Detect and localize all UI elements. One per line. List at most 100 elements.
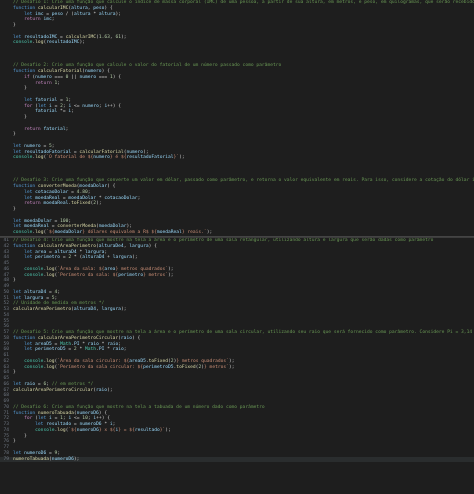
code-token: function [13,5,38,11]
code-token: let [24,97,36,103]
code-token: log [46,364,55,370]
code-token: let [13,34,25,40]
code-token: converterMoeda [57,224,97,230]
code-token: return [24,201,44,207]
code-token: `O fatorial de ${ [46,155,94,161]
code-token: let [24,189,36,195]
code-token: return [24,17,44,23]
code-token: ; [68,218,72,224]
code-token: peso [93,5,105,11]
code-token: ) { [131,335,141,341]
code-token: let [13,289,25,295]
code-token: = [51,416,61,422]
code-token: // Unidade de medida em metros */ [13,301,105,307]
code-token: calcularFatorial [37,69,83,74]
code-token: } metros quadrados` [115,266,168,272]
code-token: ; [51,17,55,23]
code-token: ; [71,109,74,115]
code-token: moedaDolar [54,230,83,235]
code-token: log [57,427,66,433]
code-token: * [79,341,88,347]
code-token: ); [73,456,80,462]
code-token: raio [112,347,124,353]
code-token: ); [179,155,185,161]
code-token: console [24,272,44,278]
code-text[interactable]: console.log(`${moedaDolar} dólares equiv… [13,230,212,236]
code-token: ; [112,422,116,427]
code-token: let [24,195,36,201]
code-token: = [57,97,66,103]
code-token: area [104,266,116,272]
code-token: alturaD4 [54,249,77,255]
code-token: areaD5 [35,341,52,347]
code-token: `${ [68,427,77,433]
code-token: } dólares equivalem a R$ ${ [82,230,157,235]
code-token: ); [228,358,235,364]
code-token: resultadoIMC [24,34,58,40]
code-token: ; [65,126,69,132]
code-token: moedaReal [35,195,61,201]
code-text[interactable]: numeroTabuada(numeroD6); [13,457,79,463]
code-token: || [68,74,80,80]
code-token: <= [71,416,83,422]
code-token: let [37,103,50,109]
code-token: let [24,249,36,255]
code-token: = [46,450,55,456]
editor-pane-bottom[interactable]: 41// Desafio 4: Crie uma função que most… [0,237,474,494]
code-token: } x ${ [98,427,116,433]
code-token: `Perímetro da sala: ${ [57,272,119,278]
code-line[interactable]: 79 numeroTabuada(numeroD6); [0,456,474,463]
code-token: numero [79,74,97,80]
code-token: toFixed [176,364,196,370]
code-token: largura [112,255,133,261]
code-token: ); [168,266,174,272]
code-token: } [13,278,16,284]
code-token: ) { [107,184,116,189]
line-number: 79 [3,456,9,462]
code-token: let [37,416,50,422]
code-token: `${ [46,230,55,235]
code-token: log [46,358,55,364]
code-token: return [35,80,55,86]
code-token: * [98,341,108,347]
code-token: cotacaoDolar [104,195,138,201]
code-token: numero [24,143,41,149]
code-token: raio [96,387,108,393]
code-token: Math [60,341,72,347]
code-token: numeroTabuada [37,410,74,416]
code-token: perimetroD5 [143,364,174,370]
code-token: alturaD4 [73,307,97,312]
code-token: ); [96,201,102,207]
code-token: let [13,450,25,456]
code-token: ) { [98,410,108,416]
code-token: numero [93,155,110,161]
code-token: let [13,143,25,149]
code-token: let [24,255,36,261]
code-line[interactable]: console.log(`${moedaDolar} dólares equiv… [0,230,474,236]
code-token: ; [137,195,141,201]
code-token: `Área da sala circular: ${ [57,358,130,364]
code-token: } metros quadrados` [176,358,229,364]
code-token: * [104,347,113,353]
code-token: for [24,416,36,422]
code-token: let [13,218,25,224]
code-token: let [13,381,25,387]
code-token: } = ${ [118,427,135,433]
code-token: 1.63 [98,34,110,40]
code-token: // em metros */ [51,381,94,387]
code-token: } metros` [143,272,168,278]
code-token: areaD5 [129,358,146,364]
code-token: let [24,341,36,347]
code-token: } é ${ [109,155,127,161]
code-token: ) { [101,69,110,74]
editor-pane-top[interactable]: // Desafio 1: Crie uma função que calcul… [0,0,474,236]
code-token: raio [107,341,119,347]
